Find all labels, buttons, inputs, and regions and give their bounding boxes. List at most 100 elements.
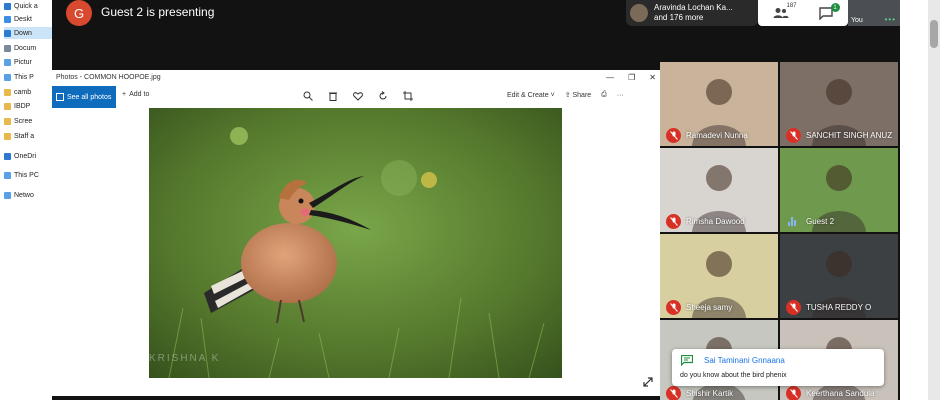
more-options-icon[interactable]: ••• xyxy=(885,15,896,24)
crop-icon[interactable] xyxy=(402,90,414,102)
mic-off-icon xyxy=(666,300,681,315)
share-button[interactable]: ⇪ Share xyxy=(565,91,592,99)
mic-off-icon xyxy=(666,128,681,143)
chat-notification[interactable]: Sai Taminani Gnnaana do you know about t… xyxy=(672,349,884,386)
folder-icon xyxy=(4,2,11,10)
people-line-2: and 176 more xyxy=(654,13,704,22)
file-explorer-sidebar: Quick a Deskt Down Docum Pictur This P camb IBD… xyxy=(0,0,52,400)
folder-icon xyxy=(4,73,11,81)
mic-off-icon xyxy=(666,214,681,229)
explorer-item[interactable]: Netwo xyxy=(4,189,52,201)
folder-icon xyxy=(4,132,11,140)
maximize-icon[interactable]: ❐ xyxy=(628,73,635,82)
add-to-button[interactable]: + Add to xyxy=(122,91,149,98)
minimize-icon[interactable]: — xyxy=(606,73,614,82)
zoom-icon[interactable] xyxy=(302,90,314,102)
explorer-item[interactable]: Docum xyxy=(4,42,52,54)
explorer-item-label: Pictur xyxy=(14,58,32,66)
speaking-indicator-icon xyxy=(788,216,800,226)
participant-name: Shishir Kartik xyxy=(686,389,734,398)
meet-action-buttons: 187 1 xyxy=(758,0,848,26)
participant-name: Guest 2 xyxy=(806,217,835,226)
explorer-item[interactable]: Scree xyxy=(4,115,52,127)
explorer-item[interactable]: IBDP xyxy=(4,100,52,112)
hoopoe-photo: KRISHNA K xyxy=(149,108,562,378)
self-video-tile[interactable]: You ••• xyxy=(848,0,900,26)
explorer-item-label: IBDP xyxy=(14,102,31,110)
scrollbar[interactable] xyxy=(928,0,940,400)
folder-icon xyxy=(4,88,11,96)
screen: Quick a Deskt Down Docum Pictur This P camb IBD… xyxy=(0,0,940,400)
explorer-item-label: Deskt xyxy=(14,15,32,23)
photos-toolbar: See all photos + Add to Edit & Create ˅ … xyxy=(52,84,660,108)
explorer-item[interactable]: Down xyxy=(4,27,52,39)
folder-icon xyxy=(4,191,11,199)
avatar xyxy=(630,4,648,22)
see-all-label: See all photos xyxy=(67,93,112,101)
add-to-label: Add to xyxy=(129,91,150,98)
participant-name: Ramadevi Nunna xyxy=(686,131,748,140)
folder-icon xyxy=(4,102,11,110)
participant-name: Sheeja samy xyxy=(686,303,733,312)
participant-tile[interactable]: TUSHA REDDY O xyxy=(780,234,898,318)
participant-name: SANCHIT SINGH ANUZ xyxy=(806,131,893,140)
chat-button[interactable]: 1 xyxy=(816,3,840,21)
expand-icon[interactable] xyxy=(642,376,654,388)
explorer-item[interactable]: Staff a xyxy=(4,130,52,142)
explorer-item-label: Scree xyxy=(14,117,33,125)
presenting-status: Guest 2 is presenting xyxy=(101,5,215,19)
gallery-icon xyxy=(56,93,64,101)
close-icon[interactable]: ✕ xyxy=(649,73,656,82)
explorer-item[interactable]: This PC xyxy=(4,169,52,181)
more-icon[interactable]: ··· xyxy=(617,92,624,99)
rotate-icon[interactable] xyxy=(377,90,389,102)
mic-off-icon xyxy=(666,386,681,400)
people-button[interactable]: 187 xyxy=(771,3,797,21)
folder-icon xyxy=(4,58,11,66)
bottom-dark-bar xyxy=(52,396,660,400)
participant-tile[interactable]: Ramadevi Nunna xyxy=(660,62,778,146)
participant-tile[interactable]: Rimsha Dawood xyxy=(660,148,778,232)
explorer-item-label: This P xyxy=(14,73,34,81)
explorer-item[interactable]: Deskt xyxy=(4,13,52,25)
participants-preview[interactable]: Aravinda Lochan Ka... and 176 more xyxy=(626,0,758,26)
folder-icon xyxy=(4,152,11,160)
explorer-item-label: Quick a xyxy=(14,2,38,10)
edit-create-button[interactable]: Edit & Create ˅ xyxy=(507,92,555,99)
explorer-item[interactable]: Quick a xyxy=(4,0,52,12)
explorer-item-label: This PC xyxy=(14,171,39,179)
participant-name: Keerthana Sandula xyxy=(806,389,875,398)
chat-message-icon xyxy=(681,355,693,366)
explorer-item-label: Down xyxy=(14,29,32,37)
participant-tile[interactable]: Guest 2 xyxy=(780,148,898,232)
photos-app-window: Photos - COMMON HOOPOE.jpg — ❐ ✕ See all… xyxy=(52,70,660,396)
explorer-item[interactable]: Pictur xyxy=(4,56,52,68)
see-all-photos-button[interactable]: See all photos xyxy=(52,86,116,108)
mic-off-icon xyxy=(786,386,801,400)
window-title-bar: Photos - COMMON HOOPOE.jpg — ❐ ✕ xyxy=(52,70,660,84)
explorer-item[interactable]: OneDri xyxy=(4,150,52,162)
self-label: You xyxy=(851,17,863,24)
explorer-item[interactable]: camb xyxy=(4,86,52,98)
print-icon[interactable]: ⎙ xyxy=(601,91,607,99)
photo-watermark: KRISHNA K xyxy=(149,353,221,364)
window-title: Photos - COMMON HOOPOE.jpg xyxy=(56,73,161,81)
participant-tile[interactable]: SANCHIT SINGH ANUZ xyxy=(780,62,898,146)
folder-icon xyxy=(4,15,11,23)
scrollbar-thumb[interactable] xyxy=(930,20,938,48)
chat-unread-badge: 1 xyxy=(830,3,840,12)
chat-sender-name: Sai Taminani Gnnaana xyxy=(704,356,785,365)
meet-top-bar: G Guest 2 is presenting Aravinda Lochan … xyxy=(52,0,900,70)
explorer-item-label: Docum xyxy=(14,44,37,52)
delete-icon[interactable] xyxy=(327,90,339,102)
folder-icon xyxy=(4,171,11,179)
favorite-icon[interactable] xyxy=(352,90,364,102)
explorer-item[interactable]: This P xyxy=(4,71,52,83)
participant-name: TUSHA REDDY O xyxy=(806,303,872,312)
explorer-item-label: OneDri xyxy=(14,152,37,160)
folder-icon xyxy=(4,29,11,37)
participant-name: Rimsha Dawood xyxy=(686,217,745,226)
share-label: Share xyxy=(572,92,592,99)
presenter-avatar: G xyxy=(66,0,92,26)
participant-tile[interactable]: Sheeja samy xyxy=(660,234,778,318)
